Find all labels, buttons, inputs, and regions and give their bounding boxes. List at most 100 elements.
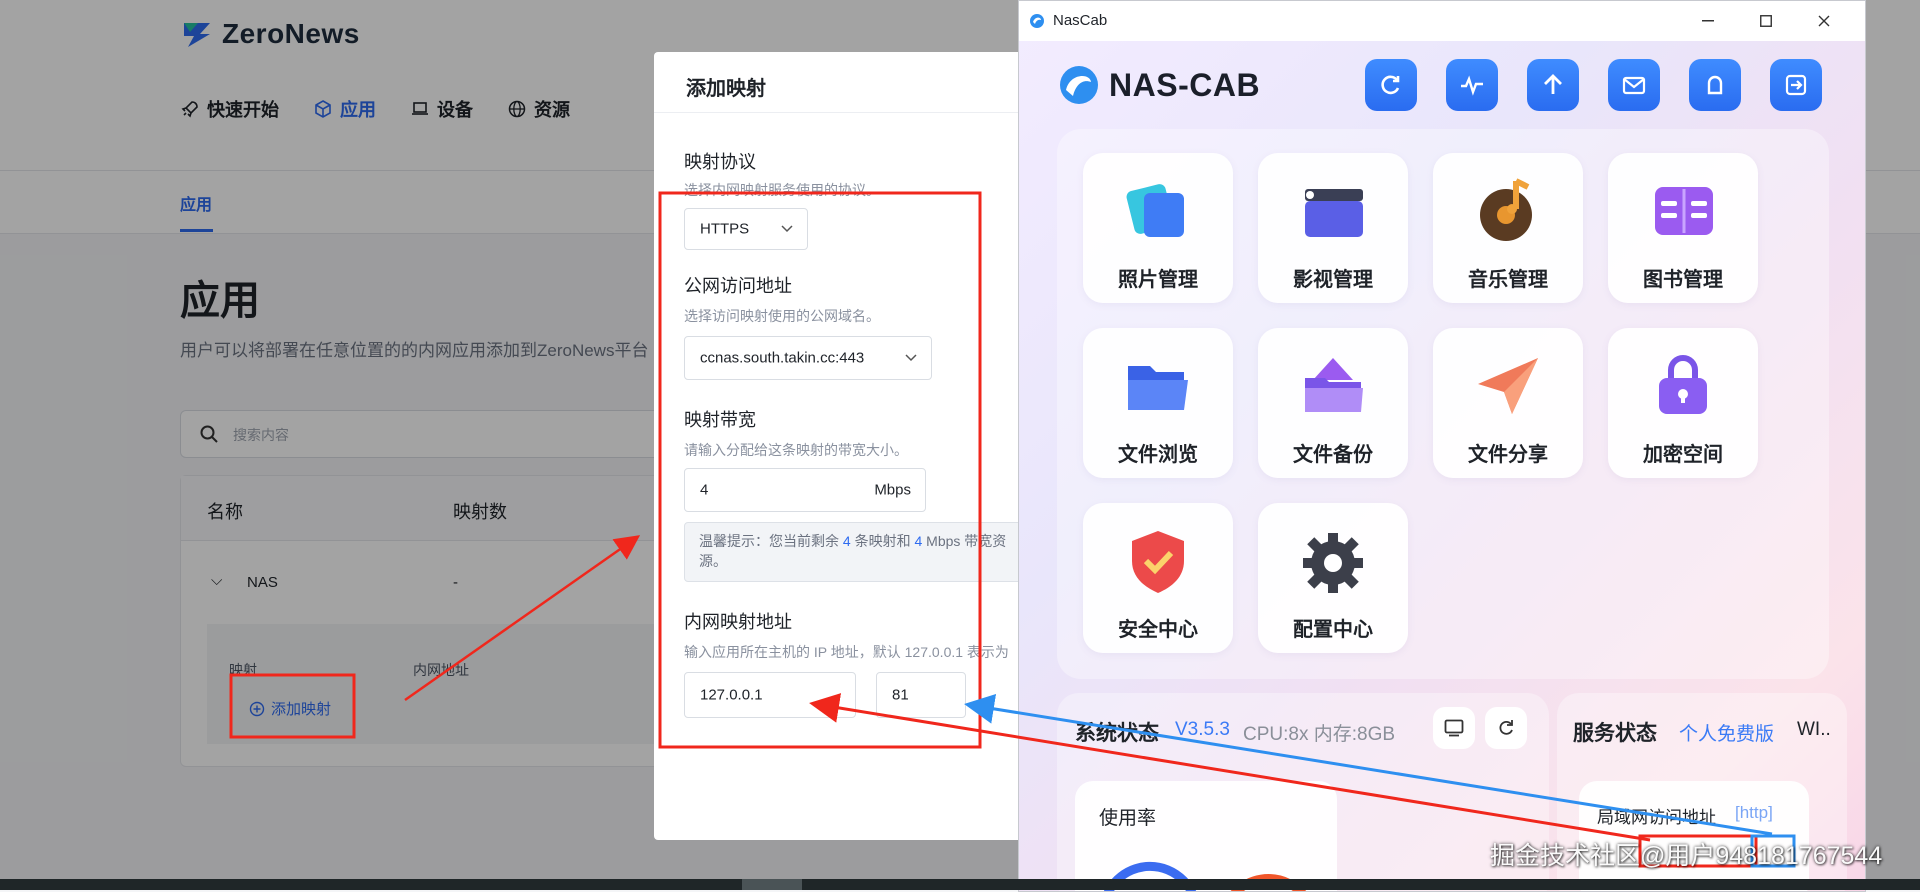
monitor-button[interactable] <box>1446 59 1498 111</box>
chevron-down-icon <box>781 225 793 233</box>
service-status-title: 服务状态 <box>1573 722 1657 745</box>
usage-label: 使用率 <box>1099 808 1157 829</box>
protocol-help: 选择内网映射服务使用的协议。 <box>684 182 880 198</box>
app-photos[interactable]: 照片管理 <box>1083 153 1233 303</box>
service-more-text: WI.. <box>1797 719 1831 740</box>
refresh-button[interactable] <box>1365 59 1417 111</box>
app-label: 影视管理 <box>1293 269 1373 291</box>
app-label: 照片管理 <box>1118 269 1198 291</box>
app-music[interactable]: 音乐管理 <box>1433 153 1583 303</box>
app-config-center[interactable]: 配置中心 <box>1258 503 1408 653</box>
logout-button[interactable] <box>1770 59 1822 111</box>
monitor-view-button[interactable] <box>1433 707 1475 749</box>
nascab-logo-text: NAS-CAB <box>1109 66 1261 103</box>
mail-button[interactable] <box>1608 59 1660 111</box>
tip-text: Mbps 带宽资 <box>926 533 1007 549</box>
close-icon <box>1818 15 1830 27</box>
folder-icon <box>1128 366 1188 410</box>
app-encrypted-space[interactable]: 加密空间 <box>1608 328 1758 478</box>
edition-link[interactable]: 个人免费版 <box>1679 719 1774 746</box>
system-status-title: 系统状态 <box>1075 722 1159 745</box>
tip-text: 温馨提示：您当前剩余 <box>699 533 839 549</box>
app-label: 文件浏览 <box>1118 444 1198 466</box>
maximize-button[interactable] <box>1737 1 1795 41</box>
system-version: V3.5.3 <box>1175 719 1230 740</box>
tip-text: 条映射和 <box>854 533 911 549</box>
app-label: 配置中心 <box>1293 619 1373 641</box>
nascab-window: NasCab NAS-CAB 照片管理 影视管理 音乐管理 图书管理 文件浏览 … <box>1018 0 1866 892</box>
app-label: 安全中心 <box>1118 619 1198 641</box>
app-videos[interactable]: 影视管理 <box>1258 153 1408 303</box>
tip-text: 源。 <box>699 553 727 569</box>
system-cpu-memory: CPU:8x 内存:8GB <box>1243 724 1396 745</box>
quota-tip: 温馨提示：您当前剩余 4 条映射和 4 Mbps 带宽资 源。 <box>684 522 1064 582</box>
app-file-backup[interactable]: 文件备份 <box>1258 328 1408 478</box>
nascab-logo: NAS-CAB <box>1057 63 1260 107</box>
music-disc-icon <box>1480 178 1532 241</box>
public-address-value: ccnas.south.takin.cc:443 <box>700 349 865 367</box>
window-title: NasCab <box>1053 12 1108 29</box>
app-label: 文件分享 <box>1468 444 1548 466</box>
tip-bandwidth: 4 <box>914 533 923 549</box>
photos-icon <box>1126 184 1184 237</box>
close-button[interactable] <box>1795 1 1853 41</box>
maximize-icon <box>1760 15 1772 27</box>
lan-address-label: 局域网访问地址 <box>1597 808 1716 827</box>
protocol-value: HTTPS <box>700 220 750 238</box>
paper-plane-icon <box>1478 358 1538 414</box>
user-icon <box>1707 75 1723 95</box>
bandwidth-unit: Mbps <box>874 481 911 499</box>
app-label: 音乐管理 <box>1468 269 1548 291</box>
upload-button[interactable] <box>1527 59 1579 111</box>
watermark-text: 掘金技术社区@用户9481817675​44 <box>1490 842 1883 870</box>
app-label: 加密空间 <box>1643 444 1723 466</box>
system-status-card: 系统状态 V3.5.3 CPU:8x 内存:8GB 使用率 <box>1057 693 1549 891</box>
book-icon <box>1655 187 1713 235</box>
protocol-label: 映射协议 <box>684 152 756 172</box>
lock-icon <box>1659 355 1707 414</box>
mail-icon <box>1622 76 1646 95</box>
nascab-logo-icon <box>1060 66 1098 104</box>
upload-icon <box>1544 74 1562 94</box>
app-books[interactable]: 图书管理 <box>1608 153 1758 303</box>
nascab-app-icon <box>1030 14 1044 28</box>
internal-ip-value: 127.0.0.1 <box>700 686 763 704</box>
bandwidth-help: 请输入分配给这条映射的带宽大小。 <box>684 442 908 458</box>
add-mapping-drawer: 添加映射 映射协议 选择内网映射服务使用的协议。 HTTPS 公网访问地址 选择… <box>654 52 1074 840</box>
pulse-icon <box>1461 75 1483 96</box>
monitor-icon <box>1444 719 1464 737</box>
minimize-icon <box>1702 20 1714 22</box>
logout-icon <box>1785 74 1807 96</box>
taskbar-item[interactable] <box>742 879 802 890</box>
tip-count: 4 <box>842 533 851 549</box>
drawer-title: 添加映射 <box>686 78 766 100</box>
protocol-select[interactable]: HTTPS <box>684 208 808 250</box>
internal-address-help: 输入应用所在主机的 IP 地址，默认 127.0.0.1 表示为 <box>684 644 1009 660</box>
status-refresh-button[interactable] <box>1485 707 1527 749</box>
minimize-button[interactable] <box>1679 1 1737 41</box>
refresh-icon <box>1499 720 1513 735</box>
app-file-share[interactable]: 文件分享 <box>1433 328 1583 478</box>
app-file-browser[interactable]: 文件浏览 <box>1083 328 1233 478</box>
public-address-select[interactable]: ccnas.south.takin.cc:443 <box>684 336 932 380</box>
refresh-icon <box>1381 75 1400 95</box>
bandwidth-input[interactable]: 4 Mbps <box>684 468 926 512</box>
bandwidth-label: 映射带宽 <box>684 410 756 430</box>
app-security-center[interactable]: 安全中心 <box>1083 503 1233 653</box>
internal-address-label: 内网映射地址 <box>684 612 792 632</box>
app-label: 图书管理 <box>1643 269 1723 291</box>
user-button[interactable] <box>1689 59 1741 111</box>
app-label: 文件备份 <box>1293 444 1373 466</box>
divider <box>654 112 1074 113</box>
internal-port-value: 81 <box>892 686 909 704</box>
lan-address-protocol[interactable]: [http] <box>1735 803 1773 823</box>
window-titlebar[interactable]: NasCab <box>1019 1 1865 41</box>
public-address-help: 选择访问映射使用的公网域名。 <box>684 308 880 324</box>
internal-ip-input[interactable]: 127.0.0.1 <box>684 672 856 718</box>
usage-card: 使用率 <box>1075 781 1337 891</box>
internal-port-input[interactable]: 81 <box>876 672 966 718</box>
chevron-down-icon <box>905 354 917 362</box>
gear-icon <box>1303 533 1363 593</box>
clapperboard-icon <box>1305 189 1363 237</box>
shield-icon <box>1132 531 1184 593</box>
